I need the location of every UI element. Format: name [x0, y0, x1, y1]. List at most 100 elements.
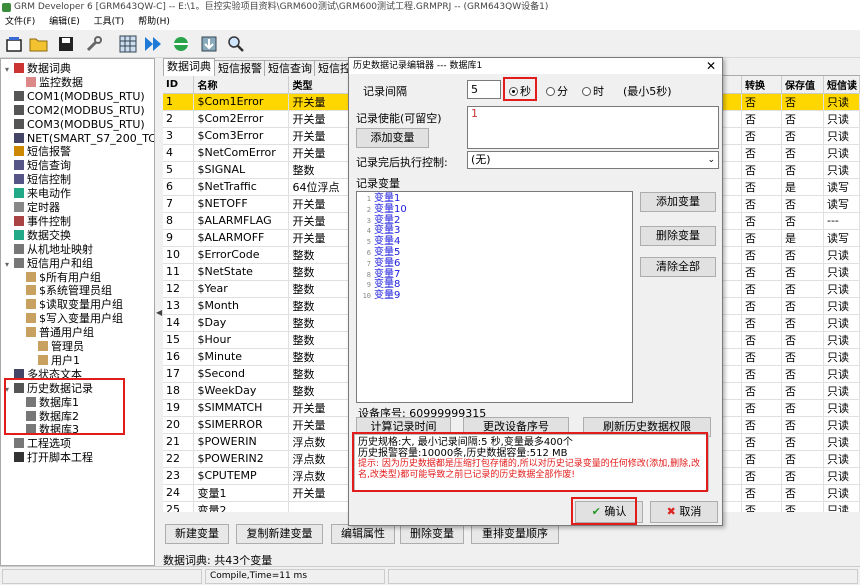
tree-item-label: COM3(MODBUS_RTU) — [27, 117, 145, 131]
edit-properties-button[interactable]: 编辑属性 — [331, 524, 395, 544]
port-icon — [14, 118, 24, 129]
tree-item[interactable]: ▾ 数据词典 — [5, 62, 71, 76]
reorder-variables-button[interactable]: 重排变量顺序 — [471, 524, 559, 544]
save-icon[interactable] — [55, 33, 77, 55]
table-cell: 否 — [781, 365, 824, 383]
open-folder-icon[interactable] — [28, 33, 50, 55]
clear-all-button[interactable]: 清除全部 — [640, 257, 716, 277]
table-cell: $SIGNAL — [193, 161, 290, 179]
tree-item[interactable]: 打开脚本工程 — [5, 451, 93, 465]
tab-data-dictionary[interactable]: 数据词典 — [163, 58, 215, 76]
tree-item[interactable]: COM2(MODBUS_RTU) — [5, 104, 145, 118]
connect-icon[interactable] — [170, 33, 192, 55]
download-icon[interactable] — [198, 33, 220, 55]
interval-input[interactable]: 5 — [467, 80, 501, 99]
tree-item[interactable]: $写入变量用户组 — [17, 312, 123, 326]
cancel-button[interactable]: ✖ 取消 — [650, 501, 718, 523]
tree-item[interactable]: 监控数据 — [17, 76, 83, 90]
table-cell: $Com2Error — [193, 110, 290, 128]
table-cell: $Hour — [193, 331, 290, 349]
sms-icon — [14, 160, 24, 171]
table-cell: 变量2 — [193, 501, 290, 512]
tree-item[interactable]: 用户1 — [29, 354, 80, 368]
tree-item[interactable]: 短信控制 — [5, 173, 71, 187]
record-variable-name: 变量2 — [374, 214, 401, 226]
table-cell: 只读 — [823, 110, 860, 128]
tree-item[interactable]: 管理员 — [29, 340, 84, 354]
menu-help[interactable]: 帮助(H) — [138, 17, 170, 27]
record-variable-name: 变量8 — [374, 279, 401, 291]
copy-new-variable-button[interactable]: 复制新建变量 — [236, 524, 323, 544]
tree-item[interactable]: 普通用户组 — [17, 326, 94, 340]
table-cell: 只读 — [823, 297, 860, 315]
after-control-select[interactable]: (无) ⌄ — [467, 151, 719, 169]
table-cell: $NetState — [193, 263, 290, 281]
tree-item[interactable]: COM1(MODBUS_RTU) — [5, 90, 145, 104]
highlight-seconds-radio — [503, 77, 537, 101]
record-variable-name: 变量6 — [374, 257, 401, 269]
column-header[interactable]: 转换 — [741, 76, 783, 94]
column-header[interactable]: 短信读 — [823, 76, 860, 94]
menu-tools[interactable]: 工具(T) — [94, 17, 125, 27]
run-icon[interactable] — [142, 33, 164, 55]
new-project-icon[interactable] — [3, 33, 25, 55]
tree-item[interactable]: ▾ 短信用户和组 — [5, 257, 93, 271]
delete-variable-button[interactable]: 删除变量 — [640, 226, 716, 246]
unit-minutes-radio[interactable]: 分 — [546, 83, 568, 99]
tab-sms-query[interactable]: 短信查询 — [264, 60, 316, 76]
close-icon[interactable]: ✕ — [706, 58, 716, 74]
tree-item[interactable]: $读取变量用户组 — [17, 298, 123, 312]
search-icon[interactable] — [225, 33, 247, 55]
grid-icon[interactable] — [117, 33, 139, 55]
tree-item-label: $写入变量用户组 — [39, 312, 123, 326]
tree-expander-icon[interactable]: ▾ — [5, 63, 14, 77]
record-variable-item[interactable]: 10 变量9 — [357, 290, 401, 302]
interval-label: 记录间隔 — [363, 85, 407, 98]
line-number: 5 — [366, 238, 371, 247]
table-cell: 3 — [163, 127, 195, 145]
tree-item[interactable]: $所有用户组 — [17, 271, 101, 285]
column-header[interactable]: ID — [163, 76, 195, 94]
tree-item[interactable]: 从机地址映射 — [5, 243, 93, 257]
tree-item[interactable]: COM3(MODBUS_RTU) — [5, 118, 145, 132]
tree-item[interactable]: 定时器 — [5, 201, 60, 215]
table-cell: 7 — [163, 195, 195, 213]
menu-edit[interactable]: 编辑(E) — [49, 17, 80, 27]
tree-item[interactable]: 数据交换 — [5, 229, 71, 243]
menu-file[interactable]: 文件(F) — [5, 17, 35, 27]
tree-item[interactable]: 事件控制 — [5, 215, 71, 229]
tree-item-label: 短信用户和组 — [27, 256, 93, 270]
table-cell: 否 — [741, 450, 783, 468]
status-bar: Compile,Time=11 ms — [0, 566, 860, 585]
table-cell: 只读 — [823, 484, 860, 502]
record-variable-list[interactable]: 1 变量1 2 变量10 3 变量2 4 变量3 5 变量4 6 变量5 7 变量6 8 变量7 9 变量8 10 变… — [356, 191, 633, 403]
table-cell: 否 — [741, 297, 783, 315]
enable-condition-input[interactable]: 1 — [467, 106, 719, 149]
column-header[interactable]: 保存值 — [781, 76, 824, 94]
splitter[interactable]: ◀ — [155, 58, 163, 566]
tab-sms-alarm[interactable]: 短信报警 — [214, 60, 266, 76]
table-cell: $Com3Error — [193, 127, 290, 145]
table-cell: 只读 — [823, 467, 860, 485]
bell-icon — [14, 146, 24, 157]
users-icon — [14, 257, 24, 268]
add-enable-variable-button[interactable]: 添加变量 — [356, 128, 429, 148]
collapse-arrow-icon[interactable]: ◀ — [156, 308, 162, 317]
table-cell: 4 — [163, 144, 195, 162]
new-variable-button[interactable]: 新建变量 — [165, 524, 229, 544]
tree-expander-icon[interactable]: ▾ — [5, 258, 14, 272]
tree-item[interactable]: 短信查询 — [5, 159, 71, 173]
column-header[interactable]: 名称 — [193, 76, 290, 94]
delete-variable-button[interactable]: 删除变量 — [400, 524, 464, 544]
tree-item[interactable]: NET(SMART_S7_200_TCP — [5, 131, 155, 146]
tree-item[interactable]: 工程选项 — [5, 437, 71, 451]
tree-item[interactable]: 来电动作 — [5, 187, 71, 201]
line-number: 8 — [366, 270, 371, 279]
tree-item-label: NET(SMART_S7_200_TCP — [27, 131, 155, 145]
tree-item[interactable]: $系统管理员组 — [17, 284, 112, 298]
unit-hours-radio[interactable]: 时 — [582, 83, 604, 99]
tree-item[interactable]: 短信报警 — [5, 145, 71, 159]
wrench-icon[interactable] — [83, 33, 105, 55]
table-cell: $Minute — [193, 348, 290, 366]
add-variable-button[interactable]: 添加变量 — [640, 192, 716, 212]
